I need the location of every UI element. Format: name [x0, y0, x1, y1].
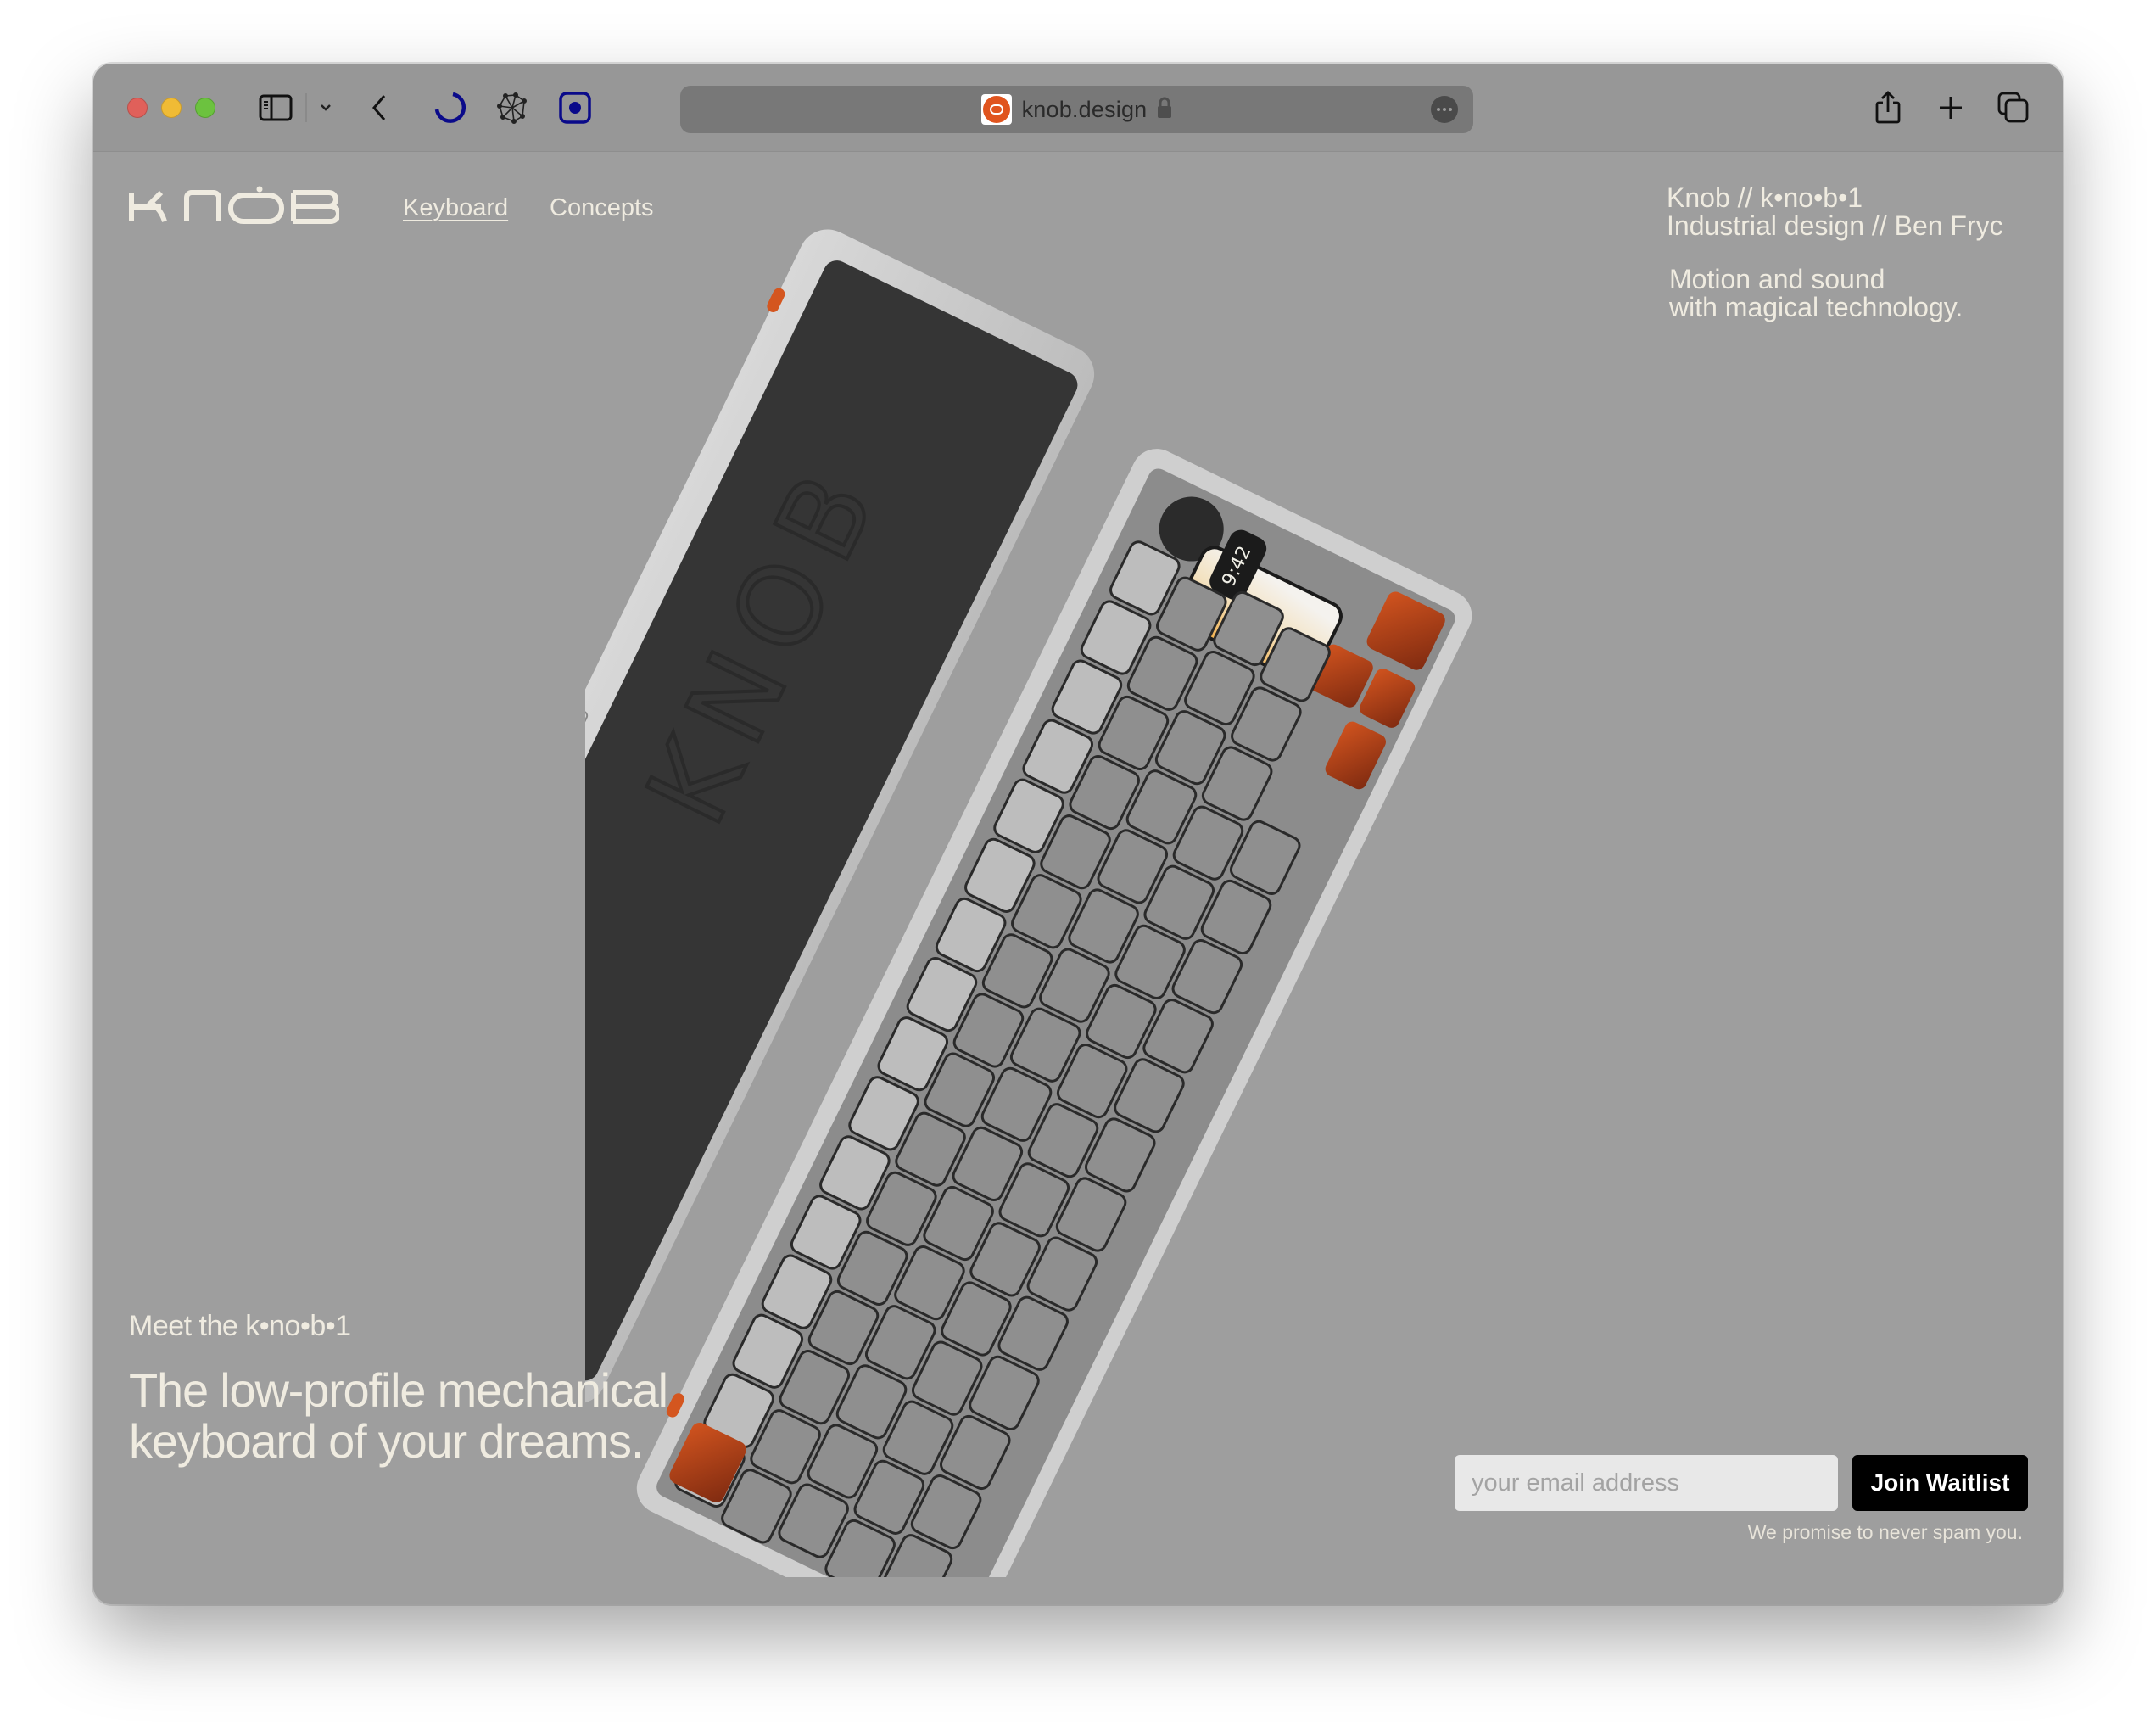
zoom-window-button[interactable] [195, 98, 215, 118]
lock-icon [1157, 96, 1172, 124]
hero-title-line-1: The low-profile mechanical [129, 1363, 668, 1417]
no-spam-note: We promise to never spam you. [1747, 1521, 2023, 1543]
toolbar-divider [305, 93, 307, 122]
page-content: KNOB 9:42 Keyboard Concepts Knob // k•no… [93, 152, 2063, 1604]
info-line-designer: Industrial design // Ben Fryc [1667, 210, 2003, 241]
plus-icon[interactable] [1934, 89, 1968, 126]
hero-subtitle: Meet the k•no•b•1 [129, 1310, 351, 1342]
address-bar[interactable]: knob.design [680, 86, 1473, 133]
hero-title-line-2: keyboard of your dreams. [129, 1414, 644, 1468]
minimize-window-button[interactable] [161, 98, 182, 118]
loading-ring-icon[interactable] [431, 89, 468, 126]
browser-toolbar: knob.design [93, 64, 2063, 152]
email-input[interactable] [1455, 1455, 1838, 1511]
record-icon[interactable] [556, 89, 594, 126]
product-info: Knob // k•no•b•1 Industrial design // Be… [1667, 184, 2003, 322]
url-text: knob.design [1021, 96, 1148, 122]
browser-window: knob.design KNOB 9:42 Keyboard Concepts … [93, 64, 2063, 1604]
tagline: Motion and sound with magical technology… [1669, 266, 2003, 322]
knob-logo[interactable] [127, 186, 341, 229]
tab-overview-icon[interactable] [1997, 89, 2030, 126]
close-window-button[interactable] [127, 98, 148, 118]
keyboard-product-image: KNOB 9:42 [585, 229, 1472, 1577]
ellipsis-icon[interactable] [1431, 96, 1458, 123]
sidebar-icon[interactable] [258, 89, 293, 126]
chevron-left-icon[interactable] [366, 89, 392, 126]
nav-concepts-link[interactable]: Concepts [550, 194, 654, 222]
info-line-product: Knob // k•no•b•1 [1667, 182, 1863, 213]
network-graph-icon[interactable] [494, 89, 531, 126]
join-waitlist-button[interactable]: Join Waitlist [1852, 1455, 2028, 1511]
nav-keyboard-link[interactable]: Keyboard [403, 194, 508, 222]
tagline-line-2: with magical technology. [1669, 292, 1963, 322]
logo-wordmark [129, 186, 341, 224]
chevron-down-icon[interactable] [316, 89, 336, 126]
hero-title: The low-profile mechanical keyboard of y… [129, 1363, 668, 1468]
site-favicon [980, 94, 1012, 125]
tagline-line-1: Motion and sound [1669, 264, 1885, 294]
share-icon[interactable] [1871, 89, 1905, 126]
